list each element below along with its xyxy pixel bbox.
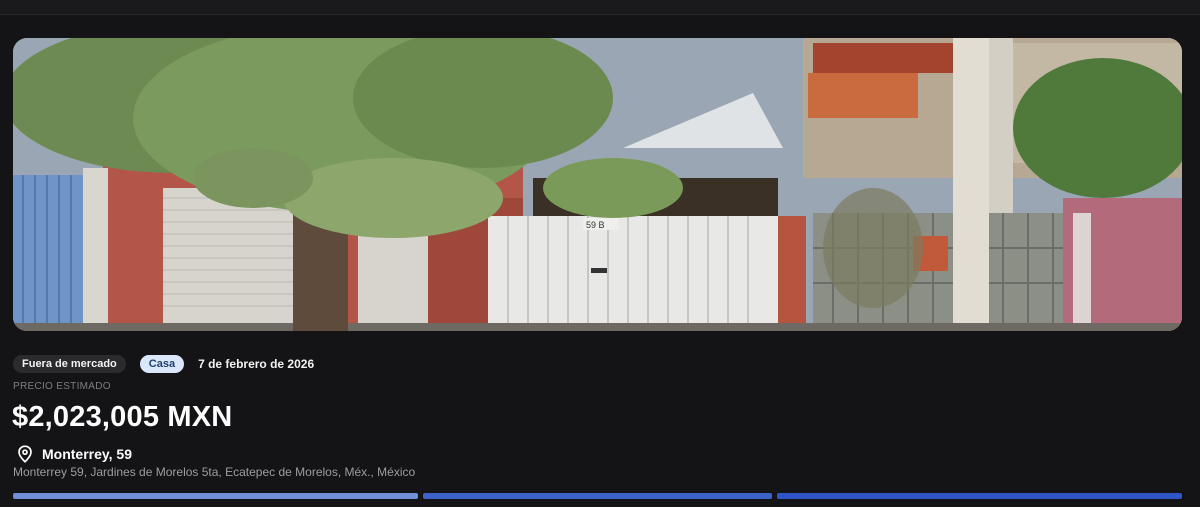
top-bar <box>0 0 1200 15</box>
full-address: Monterrey 59, Jardines de Morelos 5ta, E… <box>13 465 416 479</box>
gallery-bar-1[interactable] <box>13 493 418 499</box>
map-pin-icon <box>16 445 34 463</box>
location-row: Monterrey, 59 <box>16 445 132 463</box>
listing-badges: Fuera de mercado Casa 7 de febrero de 20… <box>13 355 314 373</box>
location-title: Monterrey, 59 <box>42 446 132 462</box>
gallery-bar-2[interactable] <box>423 493 772 499</box>
property-type-badge: Casa <box>139 355 185 373</box>
property-photo[interactable]: 59 B <box>13 38 1182 331</box>
listing-date: 7 de febrero de 2026 <box>198 357 315 371</box>
gallery-bar-3[interactable] <box>777 493 1182 499</box>
estimated-price: $2,023,005 MXN <box>12 401 233 433</box>
gallery-progress <box>13 493 1182 499</box>
status-badge: Fuera de mercado <box>13 355 126 373</box>
price-label: PRECIO ESTIMADO <box>13 381 111 392</box>
house-number-text: 59 B <box>586 220 605 230</box>
